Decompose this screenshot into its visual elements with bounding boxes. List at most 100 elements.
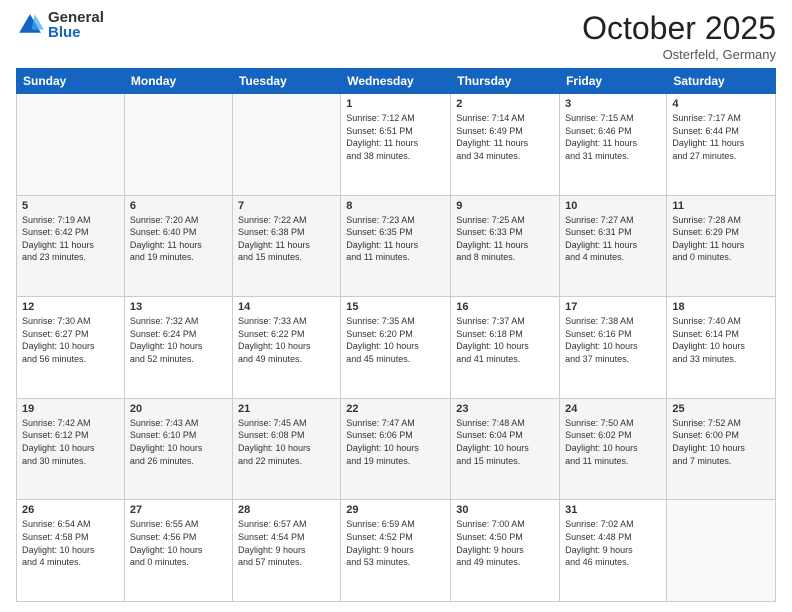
col-header-thursday: Thursday [451,69,560,94]
logo-text: General Blue [48,10,104,40]
day-cell: 21 Sunrise: 7:45 AM Sunset: 6:08 PM Dayli… [232,398,340,500]
week-row-2: 12 Sunrise: 7:30 AM Sunset: 6:27 PM Dayli… [17,297,776,399]
day-number: 17 [565,301,661,313]
day-cell: 11 Sunrise: 7:28 AM Sunset: 6:29 PM Dayli… [667,195,776,297]
day-cell: 16 Sunrise: 7:37 AM Sunset: 6:18 PM Dayli… [451,297,560,399]
day-info: Sunrise: 7:32 AM Sunset: 6:24 PM Dayligh… [130,315,227,365]
page: General Blue October 2025 Osterfeld, Ger… [0,0,792,612]
logo: General Blue [16,10,104,40]
day-info: Sunrise: 7:00 AM Sunset: 4:50 PM Dayligh… [456,518,554,568]
day-info: Sunrise: 7:35 AM Sunset: 6:20 PM Dayligh… [346,315,445,365]
day-info: Sunrise: 7:37 AM Sunset: 6:18 PM Dayligh… [456,315,554,365]
day-number: 4 [672,98,770,110]
day-info: Sunrise: 7:33 AM Sunset: 6:22 PM Dayligh… [238,315,335,365]
day-number: 7 [238,200,335,212]
day-number: 15 [346,301,445,313]
day-cell: 26 Sunrise: 6:54 AM Sunset: 4:58 PM Dayli… [17,500,125,602]
calendar-table: SundayMondayTuesdayWednesdayThursdayFrid… [16,68,776,602]
day-number: 26 [22,504,119,516]
day-number: 6 [130,200,227,212]
day-info: Sunrise: 7:23 AM Sunset: 6:35 PM Dayligh… [346,214,445,264]
day-number: 29 [346,504,445,516]
day-number: 3 [565,98,661,110]
day-cell: 27Sunrise: 6:55 AM Sunset: 4:56 PM Dayli… [124,500,232,602]
week-row-1: 5 Sunrise: 7:19 AM Sunset: 6:42 PM Daylig… [17,195,776,297]
day-cell: 13 Sunrise: 7:32 AM Sunset: 6:24 PM Dayli… [124,297,232,399]
day-info: Sunrise: 7:45 AM Sunset: 6:08 PM Dayligh… [238,417,335,467]
day-cell: 8 Sunrise: 7:23 AM Sunset: 6:35 PM Daylig… [341,195,451,297]
day-cell: 19 Sunrise: 7:42 AM Sunset: 6:12 PM Dayli… [17,398,125,500]
day-cell [124,94,232,196]
day-number: 9 [456,200,554,212]
day-info: Sunrise: 7:47 AM Sunset: 6:06 PM Dayligh… [346,417,445,467]
day-info: Sunrise: 6:54 AM Sunset: 4:58 PM Dayligh… [22,518,119,568]
day-number: 22 [346,403,445,415]
day-cell: 23 Sunrise: 7:48 AM Sunset: 6:04 PM Dayli… [451,398,560,500]
day-cell: 1Sunrise: 7:12 AM Sunset: 6:51 PM Daylig… [341,94,451,196]
col-header-monday: Monday [124,69,232,94]
day-cell: 28Sunrise: 6:57 AM Sunset: 4:54 PM Dayli… [232,500,340,602]
day-cell: 17Sunrise: 7:38 AM Sunset: 6:16 PM Dayli… [560,297,667,399]
day-info: Sunrise: 6:57 AM Sunset: 4:54 PM Dayligh… [238,518,335,568]
day-info: Sunrise: 7:40 AM Sunset: 6:14 PM Dayligh… [672,315,770,365]
day-info: Sunrise: 7:27 AM Sunset: 6:31 PM Dayligh… [565,214,661,264]
day-number: 5 [22,200,119,212]
day-cell: 22 Sunrise: 7:47 AM Sunset: 6:06 PM Dayli… [341,398,451,500]
day-info: Sunrise: 7:43 AM Sunset: 6:10 PM Dayligh… [130,417,227,467]
day-number: 21 [238,403,335,415]
day-info: Sunrise: 7:30 AM Sunset: 6:27 PM Dayligh… [22,315,119,365]
day-cell: 7 Sunrise: 7:22 AM Sunset: 6:38 PM Daylig… [232,195,340,297]
day-cell: 4 Sunrise: 7:17 AM Sunset: 6:44 PM Daylig… [667,94,776,196]
day-info: Sunrise: 7:17 AM Sunset: 6:44 PM Dayligh… [672,112,770,162]
day-number: 13 [130,301,227,313]
day-info: Sunrise: 6:59 AM Sunset: 4:52 PM Dayligh… [346,518,445,568]
day-number: 14 [238,301,335,313]
day-cell: 14 Sunrise: 7:33 AM Sunset: 6:22 PM Dayli… [232,297,340,399]
day-info: Sunrise: 7:02 AM Sunset: 4:48 PM Dayligh… [565,518,661,568]
day-number: 20 [130,403,227,415]
day-cell: 6Sunrise: 7:20 AM Sunset: 6:40 PM Daylig… [124,195,232,297]
day-number: 23 [456,403,554,415]
day-number: 31 [565,504,661,516]
day-info: Sunrise: 6:55 AM Sunset: 4:56 PM Dayligh… [130,518,227,568]
day-cell [232,94,340,196]
day-cell: 10Sunrise: 7:27 AM Sunset: 6:31 PM Dayli… [560,195,667,297]
day-info: Sunrise: 7:25 AM Sunset: 6:33 PM Dayligh… [456,214,554,264]
day-cell: 12 Sunrise: 7:30 AM Sunset: 6:27 PM Dayli… [17,297,125,399]
day-number: 16 [456,301,554,313]
week-row-0: 1Sunrise: 7:12 AM Sunset: 6:51 PM Daylig… [17,94,776,196]
col-header-friday: Friday [560,69,667,94]
col-header-saturday: Saturday [667,69,776,94]
day-info: Sunrise: 7:19 AM Sunset: 6:42 PM Dayligh… [22,214,119,264]
day-info: Sunrise: 7:48 AM Sunset: 6:04 PM Dayligh… [456,417,554,467]
day-info: Sunrise: 7:50 AM Sunset: 6:02 PM Dayligh… [565,417,661,467]
day-number: 12 [22,301,119,313]
header: General Blue October 2025 Osterfeld, Ger… [16,10,776,62]
logo-general: General [48,10,104,25]
day-info: Sunrise: 7:15 AM Sunset: 6:46 PM Dayligh… [565,112,661,162]
day-number: 19 [22,403,119,415]
month-title: October 2025 [582,10,776,47]
day-info: Sunrise: 7:22 AM Sunset: 6:38 PM Dayligh… [238,214,335,264]
day-number: 8 [346,200,445,212]
day-cell: 31 Sunrise: 7:02 AM Sunset: 4:48 PM Dayli… [560,500,667,602]
day-info: Sunrise: 7:14 AM Sunset: 6:49 PM Dayligh… [456,112,554,162]
week-row-4: 26 Sunrise: 6:54 AM Sunset: 4:58 PM Dayli… [17,500,776,602]
day-number: 1 [346,98,445,110]
day-cell: 5 Sunrise: 7:19 AM Sunset: 6:42 PM Daylig… [17,195,125,297]
day-number: 11 [672,200,770,212]
col-header-sunday: Sunday [17,69,125,94]
day-info: Sunrise: 7:42 AM Sunset: 6:12 PM Dayligh… [22,417,119,467]
week-row-3: 19 Sunrise: 7:42 AM Sunset: 6:12 PM Dayli… [17,398,776,500]
day-cell: 25Sunrise: 7:52 AM Sunset: 6:00 PM Dayli… [667,398,776,500]
location-subtitle: Osterfeld, Germany [582,47,776,62]
day-cell: 20 Sunrise: 7:43 AM Sunset: 6:10 PM Dayli… [124,398,232,500]
day-cell: 29 Sunrise: 6:59 AM Sunset: 4:52 PM Dayli… [341,500,451,602]
day-number: 24 [565,403,661,415]
day-info: Sunrise: 7:28 AM Sunset: 6:29 PM Dayligh… [672,214,770,264]
day-cell: 9 Sunrise: 7:25 AM Sunset: 6:33 PM Daylig… [451,195,560,297]
day-info: Sunrise: 7:52 AM Sunset: 6:00 PM Dayligh… [672,417,770,467]
calendar-header-row: SundayMondayTuesdayWednesdayThursdayFrid… [17,69,776,94]
col-header-wednesday: Wednesday [341,69,451,94]
day-cell: 30Sunrise: 7:00 AM Sunset: 4:50 PM Dayli… [451,500,560,602]
